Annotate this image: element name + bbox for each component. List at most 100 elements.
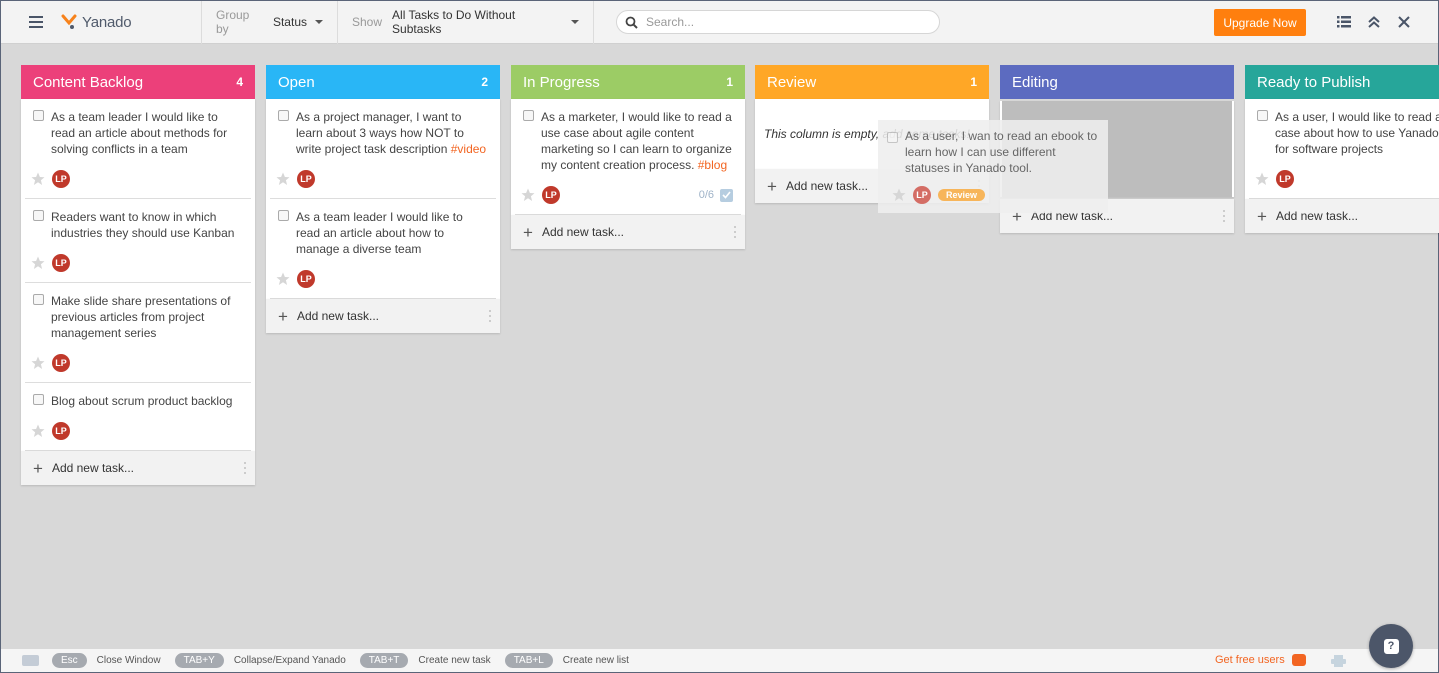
task-card[interactable]: As a project manager, I want to learn ab… [270,99,496,199]
star-icon[interactable] [31,356,45,370]
task-checkbox[interactable] [33,394,44,405]
plus-icon: + [1257,206,1267,226]
print-icon[interactable] [1331,655,1346,667]
add-new-task-button[interactable]: + Add new task... [1245,199,1439,233]
task-card[interactable]: As a user, I would like to read a use ca… [1249,99,1439,199]
card-title: As a project manager, I want to learn ab… [296,110,464,156]
show-value: All Tasks to Do Without Subtasks [392,8,516,36]
get-free-users-link[interactable]: Get free users [1215,654,1306,666]
shortcut-desc: Create new task [418,655,491,666]
avatar[interactable]: LP [542,186,560,204]
avatar[interactable]: LP [297,270,315,288]
task-card[interactable]: As a team leader I would like to read an… [25,99,251,199]
plus-icon: + [767,176,777,196]
plus-icon: + [33,458,43,478]
avatar[interactable]: LP [52,422,70,440]
more-options-icon[interactable] [489,310,491,322]
card-footer: LP [1255,170,1439,188]
task-checkbox[interactable] [33,294,44,305]
column-header[interactable]: In Progress 1 [511,65,745,99]
column-header[interactable]: Editing [1000,65,1234,99]
status-badge: Review [938,189,986,201]
hashtag[interactable]: #blog [698,158,727,172]
add-new-task-button[interactable]: + Add new task... [266,299,500,333]
avatar[interactable]: LP [52,254,70,272]
subtask-progress[interactable]: 0/6 [699,188,733,202]
avatar[interactable]: LP [297,170,315,188]
more-options-icon[interactable] [1223,210,1225,222]
app-name: Yanado [82,13,132,31]
add-new-task-label: Add new task... [785,179,868,193]
logo: Yanado [61,14,201,31]
shortcut-key: Esc [52,653,87,668]
column-header[interactable]: Open 2 [266,65,500,99]
close-icon[interactable] [1396,14,1412,30]
menu-icon[interactable] [29,16,43,28]
caret-down-icon [571,20,579,24]
column-open: Open 2 As a project manager, I want to lea… [266,65,500,333]
task-checkbox[interactable] [887,132,898,143]
task-checkbox[interactable] [278,110,289,121]
column-ready-to-publish: Ready to Publish As a user, I would like … [1245,65,1439,233]
add-new-task-button[interactable]: + Add new task... [21,451,255,485]
column-body: As a user, I would like to read a use ca… [1245,99,1439,199]
upgrade-now-button[interactable]: Upgrade Now [1214,9,1306,36]
column-count: 4 [236,75,243,89]
add-new-task-button[interactable]: + Add new task... [511,215,745,249]
star-icon[interactable] [276,272,290,286]
card-footer: LP 0/6 [521,186,733,204]
star-icon[interactable] [276,172,290,186]
column-header[interactable]: Ready to Publish [1245,65,1439,99]
star-icon[interactable] [521,188,535,202]
more-options-icon[interactable] [734,226,736,238]
task-card[interactable]: Readers want to know in which industries… [25,199,251,283]
task-checkbox[interactable] [33,210,44,221]
hashtag[interactable]: #video [451,142,486,156]
card-title: Blog about scrum product backlog [51,394,233,408]
search-box[interactable] [616,10,940,34]
task-checkbox[interactable] [278,210,289,221]
group-by-value: Status [272,15,307,29]
collapse-icon[interactable] [1366,14,1382,30]
task-checkbox[interactable] [523,110,534,121]
card-text: As a project manager, I want to learn ab… [296,109,488,157]
group-by-dropdown[interactable]: Group by Status [202,8,337,36]
task-card[interactable]: Blog about scrum product backlog LP [25,383,251,451]
task-card[interactable]: As a team leader I would like to read an… [270,199,496,299]
shortcut-desc: Close Window [96,655,161,666]
caret-down-icon [315,20,323,24]
checkbox-icon [720,188,733,202]
column-title: Open [278,73,315,91]
column-content-backlog: Content Backlog 4 As a team leader I would… [21,65,255,485]
star-icon[interactable] [31,256,45,270]
task-checkbox[interactable] [1257,110,1268,121]
star-icon[interactable] [31,424,45,438]
dragging-card[interactable]: As a user, I wan to read an ebook to lea… [878,120,1108,213]
star-icon[interactable] [31,172,45,186]
show-filter-dropdown[interactable]: Show All Tasks to Do Without Subtasks [338,8,593,36]
shortcut-key: TAB+Y [174,653,224,668]
column-body: As a project manager, I want to learn ab… [266,99,500,299]
search-input[interactable] [646,15,926,29]
task-card[interactable]: Make slide share presentations of previo… [25,283,251,383]
list-view-icon[interactable] [1336,14,1352,30]
avatar[interactable]: LP [52,354,70,372]
avatar[interactable]: LP [913,186,931,204]
help-chat-button[interactable]: ? [1369,624,1413,668]
add-new-task-label: Add new task... [51,461,134,475]
column-header[interactable]: Review 1 [755,65,989,99]
task-checkbox[interactable] [33,110,44,121]
task-card[interactable]: As a marketer, I would like to read a us… [515,99,741,215]
card-title: As a user, I would like to read a use ca… [1275,110,1439,156]
card-title: As a team leader I would like to read an… [51,110,228,156]
avatar[interactable]: LP [52,170,70,188]
more-options-icon[interactable] [244,462,246,474]
column-header[interactable]: Content Backlog 4 [21,65,255,99]
star-icon[interactable] [1255,172,1269,186]
shortcut-desc: Create new list [562,655,629,666]
star-icon[interactable] [892,188,906,202]
help-icon: ? [1383,638,1399,654]
card-title: Make slide share presentations of previo… [51,294,231,340]
card-title: As a team leader I would like to read an… [296,210,463,256]
avatar[interactable]: LP [1276,170,1294,188]
